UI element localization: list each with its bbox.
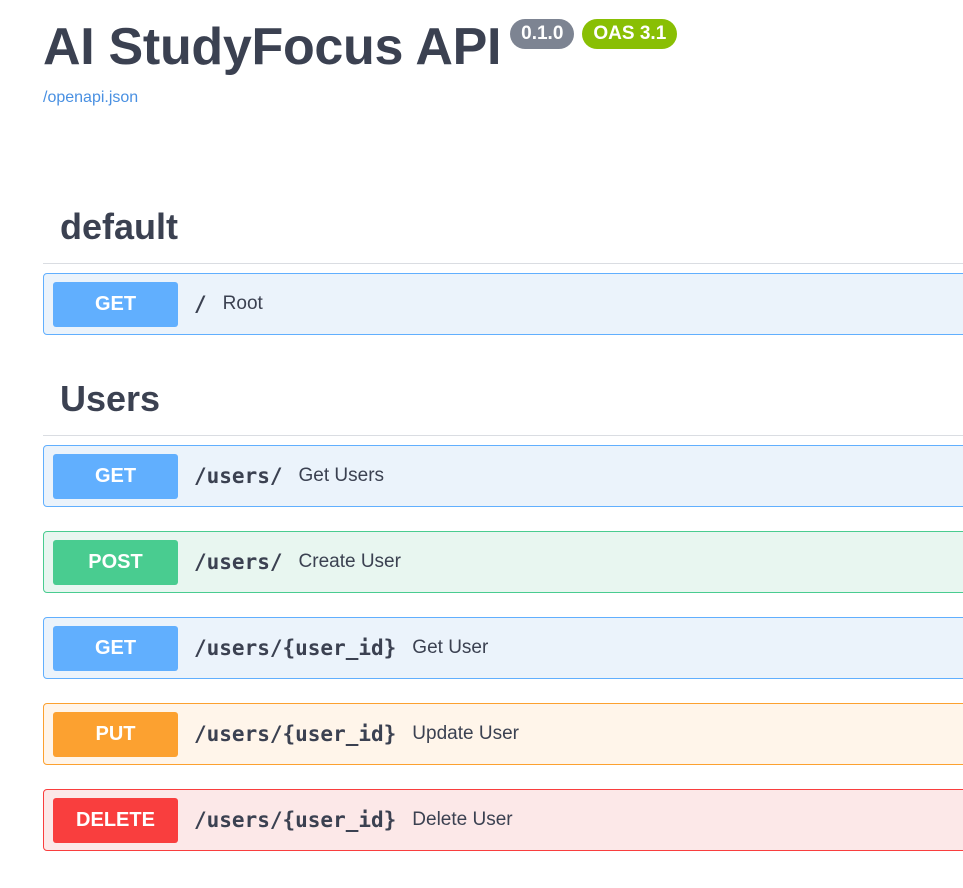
operation-summary: Root: [222, 293, 263, 314]
operation-delete-user[interactable]: DELETE /users/{user_id} Delete User: [43, 789, 963, 851]
operation-create-user[interactable]: POST /users/ Create User: [43, 531, 963, 593]
operation-path: /users/{user_id}: [194, 808, 397, 832]
operation-path: /users/: [194, 464, 283, 488]
tag-name: default: [60, 205, 179, 247]
tag-section-default: default GET / Root: [43, 190, 963, 335]
operation-get-users[interactable]: GET /users/ Get Users: [43, 445, 963, 507]
tag-section-users: Users GET /users/ Get Users POST /users/…: [43, 362, 963, 851]
operation-update-user[interactable]: PUT /users/{user_id} Update User: [43, 703, 963, 765]
openapi-json-link[interactable]: /openapi.json: [43, 88, 138, 108]
method-badge: GET: [53, 453, 178, 499]
operation-summary: Get User: [412, 637, 489, 658]
tag-name: Users: [60, 377, 161, 419]
swagger-page: AI StudyFocus API 0.1.0 OAS 3.1 /openapi…: [0, 0, 963, 888]
operation-path: /users/: [194, 550, 283, 574]
operation-summary: Create User: [298, 551, 401, 572]
api-title: AI StudyFocus API: [43, 18, 502, 76]
method-badge: PUT: [53, 711, 178, 757]
tag-header-users[interactable]: Users: [43, 362, 963, 436]
operation-summary: Update User: [412, 723, 519, 744]
operation-get-user[interactable]: GET /users/{user_id} Get User: [43, 617, 963, 679]
operation-summary: Delete User: [412, 809, 513, 830]
info-header: AI StudyFocus API 0.1.0 OAS 3.1: [43, 14, 678, 80]
oas-badge: OAS 3.1: [582, 19, 678, 49]
operation-path: /users/{user_id}: [194, 636, 397, 660]
operation-path: /: [194, 292, 207, 316]
operation-summary: Get Users: [298, 465, 385, 486]
method-badge: POST: [53, 539, 178, 585]
method-badge: DELETE: [53, 797, 178, 843]
operation-get-root[interactable]: GET / Root: [43, 273, 963, 335]
operation-path: /users/{user_id}: [194, 722, 397, 746]
method-badge: GET: [53, 281, 178, 327]
badges: 0.1.0 OAS 3.1: [510, 19, 678, 49]
method-badge: GET: [53, 625, 178, 671]
tag-header-default[interactable]: default: [43, 190, 963, 264]
version-badge: 0.1.0: [510, 19, 575, 49]
